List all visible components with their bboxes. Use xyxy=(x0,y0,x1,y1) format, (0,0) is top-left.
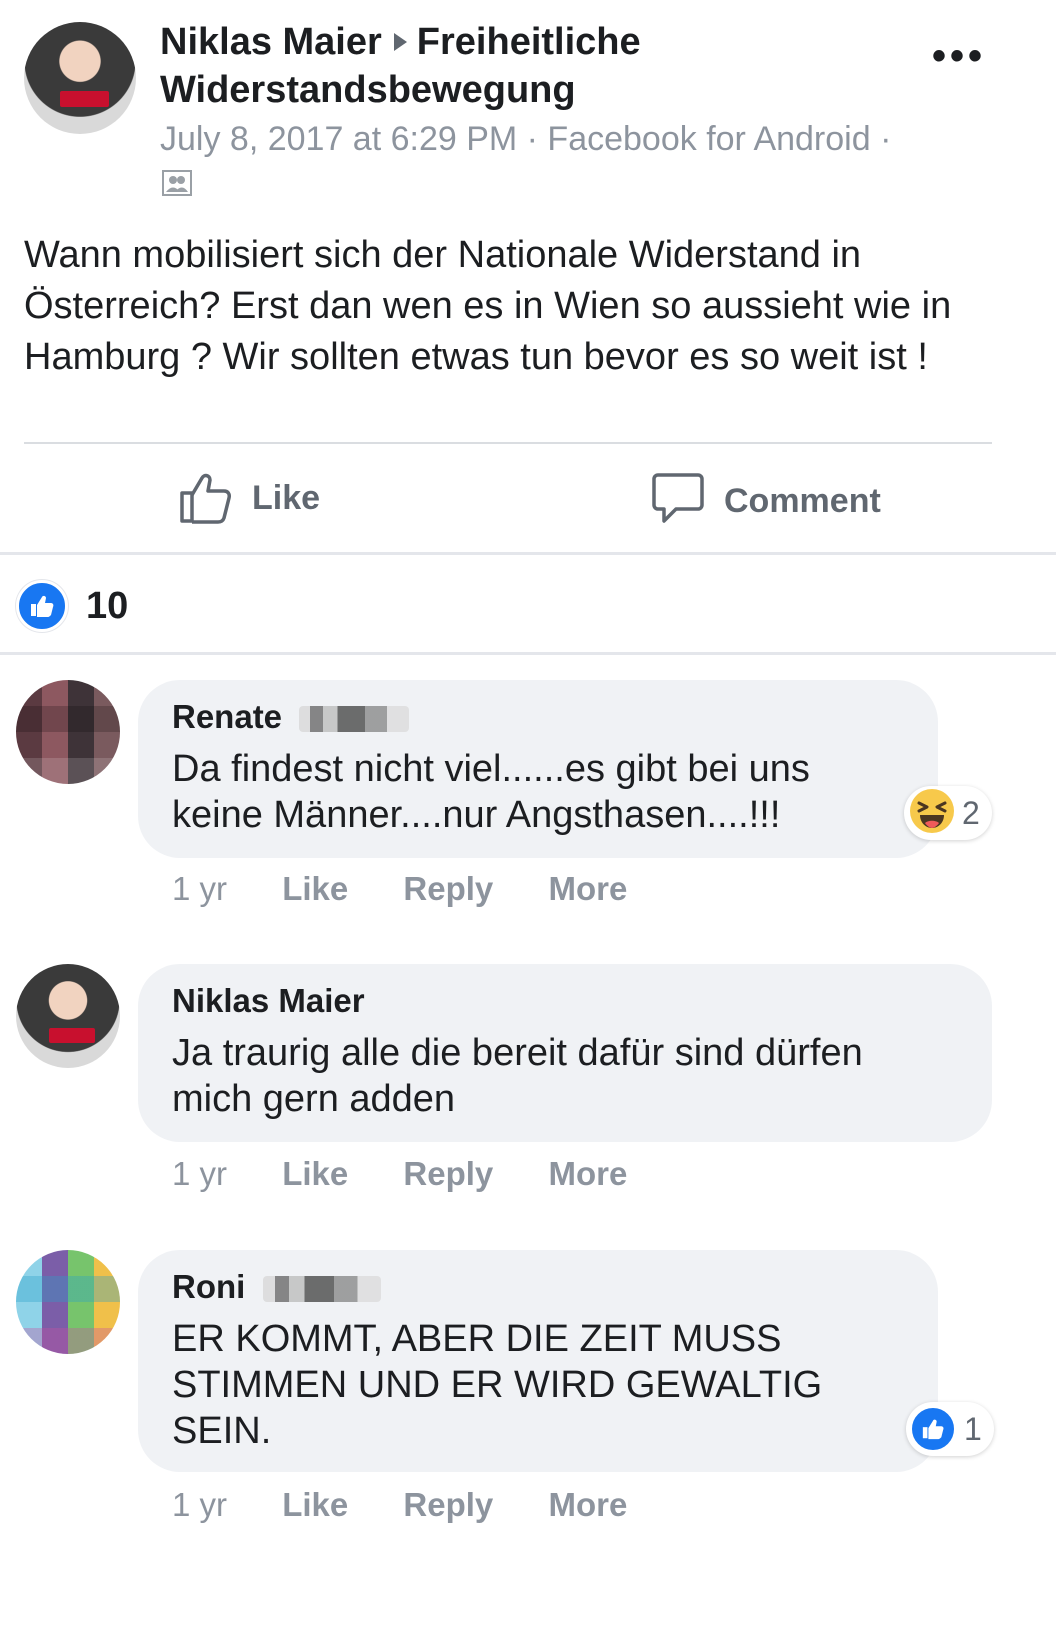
thumbs-up-outline-icon xyxy=(178,468,232,529)
post-text-line: Hamburg ? Wir sollten etwas tun bevor es… xyxy=(24,336,928,378)
comment-like-link[interactable]: Like xyxy=(282,1155,348,1193)
comment-actions: 1 yr Like Reply More xyxy=(172,1486,627,1524)
comment-like-link[interactable]: Like xyxy=(282,1486,348,1524)
thumbs-up-icon xyxy=(910,1406,956,1452)
commenter-avatar[interactable] xyxy=(16,964,120,1068)
thumbs-up-icon xyxy=(16,580,68,632)
comment-timestamp[interactable]: 1 yr xyxy=(172,870,227,908)
comment-button[interactable]: Comment xyxy=(652,472,881,531)
speech-bubble-icon xyxy=(652,472,704,531)
comment-actions: 1 yr Like Reply More xyxy=(172,1155,627,1193)
post-header-title: Niklas Maier Freiheitliche Widerstandsbew… xyxy=(160,18,920,114)
like-label: Like xyxy=(252,479,321,517)
commenter-name[interactable]: Niklas Maier xyxy=(172,982,365,1020)
group-name-link-line2[interactable]: Widerstandsbewegung xyxy=(160,69,576,111)
redacted-surname xyxy=(262,1276,381,1303)
comment-bubble: Renate Da findest nicht viel......es gib… xyxy=(138,680,938,858)
comment-reaction-count: 2 xyxy=(962,794,980,831)
commenter-name[interactable]: Renate xyxy=(172,698,410,736)
comment-reply-link[interactable]: Reply xyxy=(403,1486,493,1524)
comment-label: Comment xyxy=(724,482,881,520)
author-name-link[interactable]: Niklas Maier xyxy=(160,21,382,63)
commenter-avatar[interactable] xyxy=(16,1250,120,1354)
comment-more-link[interactable]: More xyxy=(548,870,627,908)
commenter-avatar[interactable] xyxy=(16,680,120,784)
reactions-summary[interactable]: 10 xyxy=(16,580,128,632)
comment-like-link[interactable]: Like xyxy=(282,870,348,908)
author-avatar[interactable] xyxy=(24,22,136,134)
divider xyxy=(0,652,1056,655)
post-meta: July 8, 2017 at 6:29 PM · Facebook for A… xyxy=(160,120,892,158)
shirt-logo-image xyxy=(59,91,110,108)
post-text-line: Wann mobilisiert sich der Nationale Wide… xyxy=(24,234,862,276)
comment-more-link[interactable]: More xyxy=(548,1486,627,1524)
comment-text: ER KOMMT, ABER DIE ZEIT MUSS STIMMEN UND… xyxy=(172,1318,823,1452)
comment-text: Ja traurig alle die bereit dafür sind dü… xyxy=(172,1032,863,1120)
shirt-logo-image xyxy=(49,1028,96,1044)
comment-bubble: Niklas Maier Ja traurig alle die bereit … xyxy=(138,964,992,1142)
commenter-name[interactable]: Roni xyxy=(172,1268,381,1306)
audience-group-icon[interactable] xyxy=(162,170,192,196)
comment-reaction-count: 1 xyxy=(964,1410,982,1447)
redacted-surname xyxy=(299,706,410,733)
post-body: Wann mobilisiert sich der Nationale Wide… xyxy=(24,230,1034,383)
comment-reaction-pill[interactable]: 1 xyxy=(906,1402,994,1456)
comment-timestamp[interactable]: 1 yr xyxy=(172,1155,227,1193)
comment-reply-link[interactable]: Reply xyxy=(403,870,493,908)
comment-actions: 1 yr Like Reply More xyxy=(172,870,627,908)
comment-text: Da findest nicht viel......es gibt bei u… xyxy=(172,748,810,836)
comment-more-link[interactable]: More xyxy=(548,1155,627,1193)
comment-reaction-pill[interactable]: 2 xyxy=(904,786,992,840)
divider xyxy=(0,552,1056,555)
comment-bubble: Roni ER KOMMT, ABER DIE ZEIT MUSS STIMME… xyxy=(138,1250,938,1472)
post-text-line: Österreich? Erst dan wen es in Wien so a… xyxy=(24,285,952,327)
reaction-count: 10 xyxy=(86,584,129,627)
comment-reply-link[interactable]: Reply xyxy=(403,1155,493,1193)
laughing-face-icon xyxy=(908,787,956,840)
like-button[interactable]: Like xyxy=(178,468,320,529)
comment-timestamp[interactable]: 1 yr xyxy=(172,1486,227,1524)
more-options-icon[interactable]: ••• xyxy=(932,34,986,79)
divider xyxy=(24,442,992,444)
caret-right-icon xyxy=(393,32,407,51)
group-name-link[interactable]: Freiheitliche xyxy=(417,21,641,63)
